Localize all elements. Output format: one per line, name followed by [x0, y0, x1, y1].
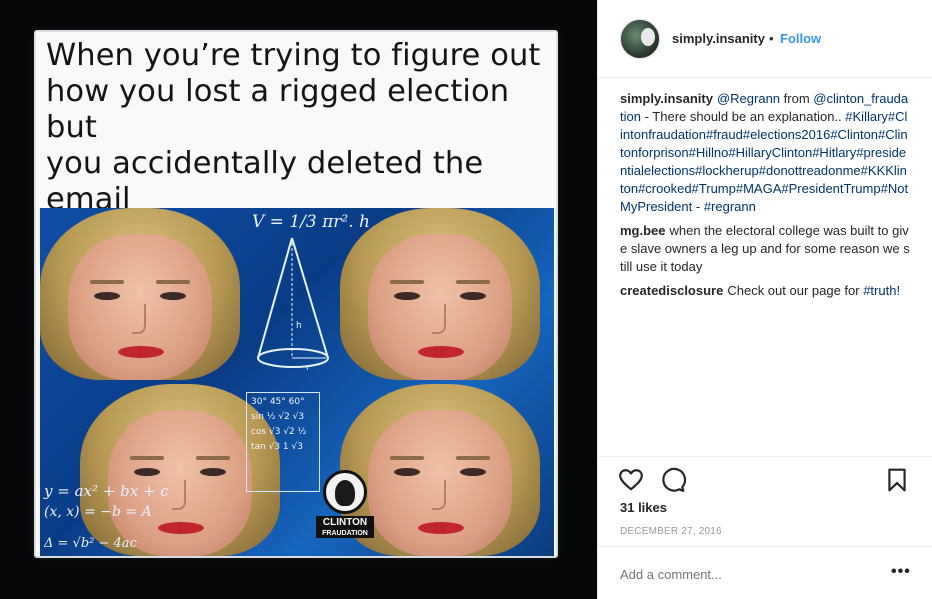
post-date[interactable]: DECEMBER 27, 2016 — [620, 526, 722, 537]
mention-link[interactable]: @Regrann — [717, 91, 780, 106]
face-top-right — [340, 208, 540, 380]
like-count[interactable]: 31 likes — [620, 500, 667, 515]
logo-emblem-icon — [323, 470, 367, 514]
comment-text: - There should be an explanation.. — [640, 109, 842, 124]
face-top-left — [40, 208, 240, 380]
comment-icon[interactable] — [660, 467, 686, 493]
comment-item: mg.bee when the electoral college was bui… — [620, 222, 910, 276]
comment-text: from — [780, 91, 814, 106]
comment-author[interactable]: simply.insanity — [620, 91, 713, 106]
svg-text:h: h — [296, 321, 302, 331]
formula-quadratic: y = ax² + bx + c — [44, 482, 169, 500]
heart-icon[interactable] — [618, 467, 644, 493]
formula-discriminant: Δ = √b² − 4ac — [44, 536, 137, 551]
separator-dot: • — [769, 31, 774, 46]
svg-text:r: r — [306, 363, 310, 373]
trig-table: 30° 45° 60° sin ½ √2 √3 cos √3 √2 ½ tan √3 … — [246, 392, 320, 492]
logo-text-top: CLINTON — [316, 516, 374, 529]
comment-item: createdisclosure Check out our page for #… — [620, 282, 910, 300]
username-link[interactable]: simply.insanity — [672, 31, 765, 46]
bookmark-icon[interactable] — [884, 467, 910, 493]
more-options-button[interactable]: ••• — [891, 563, 911, 581]
comment-author[interactable]: mg.bee — [620, 223, 666, 238]
comment-item: simply.insanity @Regrann from @clinton_fr… — [620, 90, 910, 216]
formula-points: (x, x) = −b = A — [44, 504, 152, 520]
logo-text-bottom: FRAUDATION — [316, 529, 374, 538]
post-side-panel: simply.insanity • Follow simply.insanity… — [597, 0, 932, 599]
action-bar — [598, 456, 932, 500]
hashtag-link[interactable]: #regrann — [704, 199, 756, 214]
meme-photo-grid: V = 1/3 πr². h h r 30° 45° 60° sin ½ √2 √… — [40, 208, 554, 556]
add-comment-input[interactable] — [620, 567, 870, 582]
hashtag-link[interactable]: #truth! — [863, 283, 900, 298]
meme-image: When you’re trying to figure out how you… — [34, 30, 558, 558]
comment-text: - — [692, 199, 704, 214]
clinton-fraudation-logo: CLINTON FRAUDATION — [316, 470, 374, 556]
avatar[interactable] — [620, 19, 660, 59]
post-header: simply.insanity • Follow — [598, 0, 932, 78]
comment-author[interactable]: createdisclosure — [620, 283, 723, 298]
follow-button[interactable]: Follow — [780, 31, 821, 46]
comment-text: Check out our page for — [727, 283, 864, 298]
comment-list: simply.insanity @Regrann from @clinton_fr… — [620, 90, 910, 306]
post-media[interactable]: When you’re trying to figure out how you… — [0, 0, 597, 599]
add-comment-section: ••• — [598, 546, 932, 599]
hashtag-links[interactable]: #Killary#Clintonfraudation#fraud#electio… — [620, 109, 908, 214]
